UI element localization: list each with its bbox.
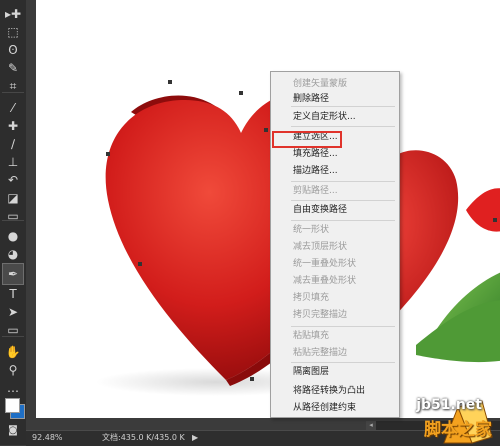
menu-separator <box>291 106 395 107</box>
zoom-level[interactable]: 92.48% <box>32 431 63 445</box>
menu-item: 拷贝填充 <box>293 293 330 303</box>
menu-item: 粘贴填充 <box>293 331 330 341</box>
menu-item[interactable]: 删除路径 <box>293 92 393 106</box>
tool-separator <box>2 220 24 221</box>
shape-tool-icon[interactable]: ▭ <box>3 320 23 340</box>
hearts-artwork <box>96 80 500 396</box>
menu-item: 统一形状 <box>293 225 330 235</box>
menu-item: 粘贴完整描边 <box>293 348 348 358</box>
move-tool-icon[interactable]: ▸✚ <box>3 4 23 24</box>
menu-item: 减去重叠处形状 <box>293 276 357 286</box>
document-size: 文档:435.0 K/435.0 K <box>102 433 185 442</box>
pen-tool-icon[interactable]: ✒ <box>2 263 24 285</box>
foreground-color-swatch[interactable] <box>5 398 20 413</box>
healing-brush-tool-icon[interactable]: ✚ <box>3 116 23 136</box>
menu-separator <box>291 181 395 182</box>
document-canvas[interactable] <box>36 0 500 418</box>
menu-separator <box>291 126 395 127</box>
menu-separator <box>291 200 395 201</box>
scroll-left-button[interactable]: ◂ <box>366 421 376 430</box>
tools-panel: ▸✚ ⬚ ʘ ✎ ⌗ ⁄ ✚ ∕ ⊥ ↶ ◪ ▭ ● ◕ ✒ T ➤ ▭ ✋ ⚲… ◙ <box>0 0 27 445</box>
gradient-tool-icon[interactable]: ▭ <box>3 206 23 226</box>
blur-tool-icon[interactable]: ● <box>3 226 23 246</box>
marquee-tool-icon[interactable]: ⬚ <box>3 22 23 42</box>
lasso-tool-icon[interactable]: ʘ <box>3 40 23 60</box>
eraser-tool-icon[interactable]: ◪ <box>3 188 23 208</box>
dodge-tool-icon[interactable]: ◕ <box>3 244 23 264</box>
menu-item[interactable]: 填充路径... <box>293 147 393 161</box>
type-tool-icon[interactable]: T <box>3 284 23 304</box>
menu-item[interactable]: 定义自定形状... <box>293 110 393 124</box>
highlight-box-make-selection <box>272 131 342 148</box>
zoom-tool-icon[interactable]: ⚲ <box>3 360 23 380</box>
eyedropper-tool-icon[interactable]: ⁄ <box>3 98 23 118</box>
menu-item: 剪贴路径... <box>293 186 338 196</box>
menu-item[interactable]: 将路径转换为凸出 <box>293 384 393 398</box>
tool-separator <box>2 336 24 337</box>
tool-separator <box>2 92 24 93</box>
menu-item[interactable]: 描边路径... <box>293 164 393 178</box>
crop-tool-icon[interactable]: ⌗ <box>3 76 23 96</box>
status-menu-arrow[interactable]: ▶ <box>192 431 198 445</box>
menu-separator <box>291 220 395 221</box>
menu-item: 减去顶层形状 <box>293 242 348 252</box>
watermark-name: 脚本之家 <box>424 420 492 440</box>
menu-item: 拷贝完整描边 <box>293 310 348 320</box>
history-brush-tool-icon[interactable]: ↶ <box>3 170 23 190</box>
menu-item[interactable]: 自由变换路径 <box>293 203 393 217</box>
menu-item[interactable]: 从路径创建约束 <box>293 401 393 415</box>
menu-item: 统一重叠处形状 <box>293 259 357 269</box>
watermark-url: jb51.net <box>416 397 482 413</box>
menu-item: 创建矢量蒙版 <box>293 79 348 89</box>
menu-item[interactable]: 隔离图层 <box>293 365 393 379</box>
path-context-menu: 创建矢量蒙版 删除路径 定义自定形状... 建立选区... 填充路径... 描边路径...… <box>270 71 400 418</box>
menu-separator <box>291 362 395 363</box>
document-workspace: ◂ <box>26 0 500 430</box>
quick-mask-icon[interactable]: ◙ <box>3 421 23 441</box>
quick-select-tool-icon[interactable]: ✎ <box>3 58 23 78</box>
more-tools-icon[interactable]: … <box>3 378 23 398</box>
brush-tool-icon[interactable]: ∕ <box>3 134 23 154</box>
hand-tool-icon[interactable]: ✋ <box>3 342 23 362</box>
path-select-tool-icon[interactable]: ➤ <box>3 302 23 322</box>
menu-separator <box>291 326 395 327</box>
clone-stamp-tool-icon[interactable]: ⊥ <box>3 152 23 172</box>
